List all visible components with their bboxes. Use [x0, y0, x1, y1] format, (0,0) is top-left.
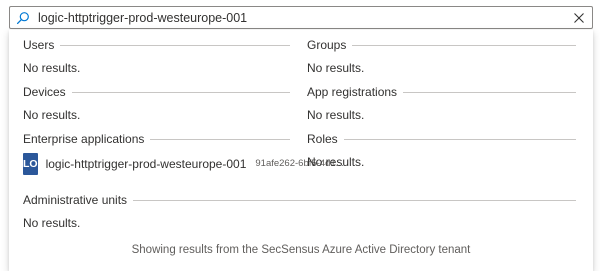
close-icon[interactable]	[566, 7, 592, 28]
section-divider	[403, 91, 576, 93]
no-results-text: No results.	[307, 155, 365, 169]
section-divider	[133, 199, 576, 201]
no-results-text: No results.	[23, 216, 81, 230]
section-title: Devices	[23, 85, 66, 99]
section-title: Enterprise applications	[23, 132, 145, 146]
section-divider	[352, 44, 576, 46]
no-results-text: No results.	[23, 108, 81, 122]
section-title: Users	[23, 38, 55, 52]
search-box[interactable]	[9, 6, 593, 29]
section-devices: Devices No results.	[23, 85, 290, 122]
search-icon	[10, 7, 36, 28]
search-input[interactable]	[36, 7, 566, 28]
no-results-text: No results.	[23, 61, 81, 75]
tenant-footer-text: Showing results from the SecSensus Azure…	[131, 244, 471, 256]
avatar: LO	[23, 152, 38, 175]
result-name[interactable]: logic-httptrigger-prod-westeurope-001	[46, 157, 247, 171]
section-title: Administrative units	[23, 193, 128, 207]
section-users: Users No results.	[23, 38, 290, 75]
section-title: Groups	[307, 38, 347, 52]
no-results-text: No results.	[307, 61, 365, 75]
search-results-panel: Users No results. Groups No results. Dev…	[9, 30, 593, 271]
section-divider	[343, 138, 576, 140]
section-title: Roles	[307, 132, 338, 146]
section-roles: Roles No results.	[307, 132, 576, 169]
result-item[interactable]: LO logic-httptrigger-prod-westeurope-001…	[23, 152, 344, 175]
section-app-registrations: App registrations No results.	[307, 85, 576, 122]
section-divider	[60, 44, 290, 46]
section-groups: Groups No results.	[307, 38, 576, 75]
section-divider	[150, 138, 290, 140]
no-results-text: No results.	[307, 108, 365, 122]
section-enterprise-applications: Enterprise applications LO logic-httptri…	[23, 132, 344, 175]
section-title: App registrations	[307, 85, 398, 99]
section-administrative-units: Administrative units No results.	[23, 193, 576, 230]
section-divider	[71, 91, 290, 93]
